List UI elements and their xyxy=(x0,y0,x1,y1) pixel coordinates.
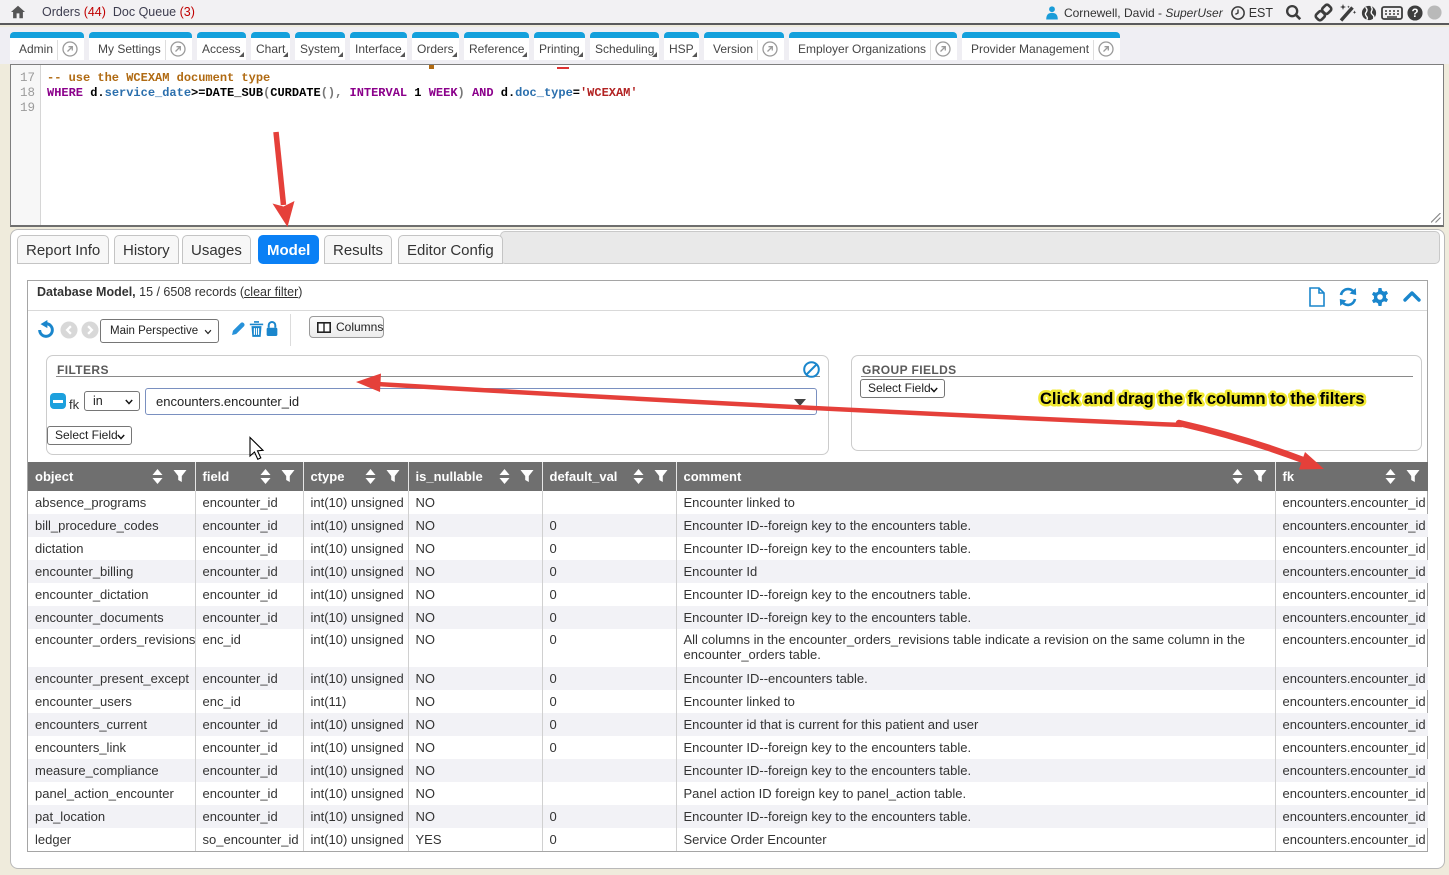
svg-text:Click and drag the fk column t: Click and drag the fk column to the filt… xyxy=(1040,390,1365,408)
svg-text:?: ? xyxy=(1411,8,1418,20)
